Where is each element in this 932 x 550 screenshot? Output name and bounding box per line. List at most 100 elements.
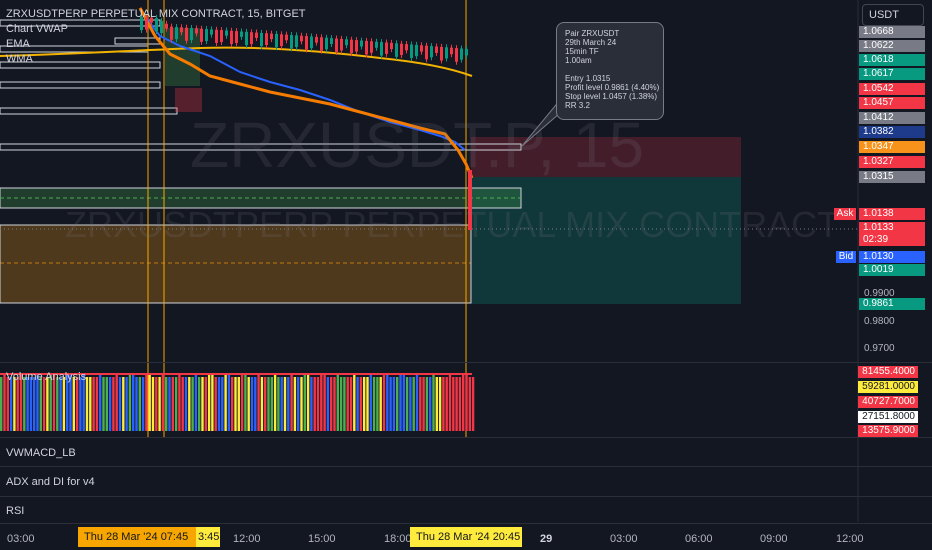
axis-label-0.9900: 0.9900 xyxy=(864,288,895,299)
volume-pane-title[interactable]: Volume Analysis xyxy=(6,371,86,383)
volume-bar xyxy=(46,377,49,431)
price-tag: 1.0327 xyxy=(859,156,925,168)
candle-body xyxy=(390,42,393,50)
candle-body xyxy=(435,46,438,53)
pane-title-vwmacd[interactable]: VWMACD_LB xyxy=(6,447,76,459)
volume-bar xyxy=(323,374,326,431)
volume-bar xyxy=(448,374,452,431)
volume-bar xyxy=(62,377,66,431)
volume-pane-separator[interactable] xyxy=(0,362,932,363)
candle-body xyxy=(420,45,423,52)
bid-label: Bid xyxy=(836,251,856,263)
volume-bar xyxy=(211,374,214,431)
volume-bar xyxy=(155,377,158,431)
candle-body xyxy=(310,36,313,49)
candle-body xyxy=(230,30,233,45)
volume-bar xyxy=(112,377,115,431)
level-box-2[interactable] xyxy=(0,107,178,115)
volume-bar xyxy=(13,377,16,431)
level-box-6[interactable] xyxy=(114,37,161,45)
candle-body xyxy=(245,31,248,46)
candle-body xyxy=(320,37,323,51)
pane-separator-3[interactable] xyxy=(0,496,932,497)
volume-bar xyxy=(366,377,369,431)
trade-note-callout[interactable]: Pair ZRXUSDT 29th March 24 15min TF 1.00am … xyxy=(556,22,664,120)
candle-body xyxy=(340,38,343,51)
volume-bar xyxy=(184,377,188,431)
candle-body xyxy=(250,32,253,45)
volume-bar xyxy=(392,377,396,431)
volume-bar xyxy=(438,377,442,431)
volume-bar xyxy=(330,377,333,431)
indicator-ema-label[interactable]: EMA xyxy=(6,38,30,51)
volume-bar xyxy=(346,377,349,431)
volume-bar xyxy=(260,377,264,431)
price-tag: 1.0347 xyxy=(859,141,925,153)
volume-level-tag: 59281.0000 xyxy=(858,381,918,393)
axis-label-0.9700: 0.9700 xyxy=(864,343,895,354)
candle-body xyxy=(365,40,368,55)
callout-line: Entry 1.0315 xyxy=(565,74,611,83)
pane-title-rsi[interactable]: RSI xyxy=(6,505,24,517)
volume-bar xyxy=(399,374,402,431)
level-box-3[interactable] xyxy=(0,81,161,89)
candle-body xyxy=(355,40,358,52)
time-badge-left-tail: 3:45 xyxy=(196,527,220,547)
volume-bar xyxy=(33,377,36,431)
volume-bar xyxy=(244,374,247,431)
ask-label: Ask xyxy=(834,208,856,220)
volume-bar xyxy=(161,374,165,431)
indicator-wma-label[interactable]: WMA xyxy=(6,53,33,66)
candle-body xyxy=(235,31,238,44)
volume-bar xyxy=(99,374,102,431)
pane-separator-2[interactable] xyxy=(0,466,932,467)
candle-body xyxy=(190,28,193,41)
price-chart-canvas[interactable] xyxy=(0,0,932,550)
volume-bar xyxy=(191,377,194,431)
stop-loss-zone[interactable] xyxy=(471,137,741,177)
candle-body xyxy=(330,38,333,44)
level-box-1[interactable] xyxy=(0,143,522,151)
volume-bar xyxy=(178,374,181,431)
volume-bar xyxy=(326,377,330,431)
volume-bar xyxy=(270,377,273,431)
volume-bar xyxy=(316,377,320,431)
candle-body xyxy=(450,47,453,55)
volume-bar xyxy=(465,374,468,431)
volume-bar xyxy=(207,374,211,431)
volume-bar xyxy=(72,377,75,431)
demand-zone[interactable] xyxy=(0,225,471,303)
volume-bar xyxy=(214,377,217,431)
pane-separator-1[interactable] xyxy=(0,437,932,438)
volume-bar xyxy=(231,377,234,431)
volume-bar xyxy=(409,377,412,431)
indicator-vwap-label[interactable]: Chart VWAP xyxy=(6,23,68,36)
volume-bar xyxy=(336,374,339,431)
volume-bar xyxy=(287,377,290,431)
price-tag: 1.0622 xyxy=(859,40,925,52)
volume-bar xyxy=(306,374,310,431)
volume-bar xyxy=(293,377,297,431)
currency-selector[interactable]: USDT xyxy=(862,4,924,26)
candle-body xyxy=(425,45,428,60)
pane-title-adx[interactable]: ADX and DI for v4 xyxy=(6,476,95,488)
candle-body xyxy=(350,39,353,54)
symbol-header[interactable]: ZRXUSDTPERP PERPETUAL MIX CONTRACT, 15, … xyxy=(6,8,306,21)
volume-bar xyxy=(237,377,240,431)
volume-bar xyxy=(125,377,128,431)
volume-bar xyxy=(415,374,419,431)
volume-bar xyxy=(320,374,323,431)
volume-bar xyxy=(468,377,471,431)
volume-bar xyxy=(356,377,359,431)
price-tag-0.9861: 0.9861 xyxy=(859,298,925,310)
volume-bar xyxy=(247,377,250,431)
volume-bar xyxy=(171,377,174,431)
candle-body xyxy=(225,30,228,36)
volume-bar xyxy=(349,377,353,431)
volume-bar xyxy=(0,377,3,431)
callout-line xyxy=(565,65,655,74)
candle-body xyxy=(445,47,448,59)
price-tag-1.0019: 1.0019 xyxy=(859,264,925,276)
volume-bar xyxy=(300,377,303,431)
volume-bar xyxy=(89,377,92,431)
